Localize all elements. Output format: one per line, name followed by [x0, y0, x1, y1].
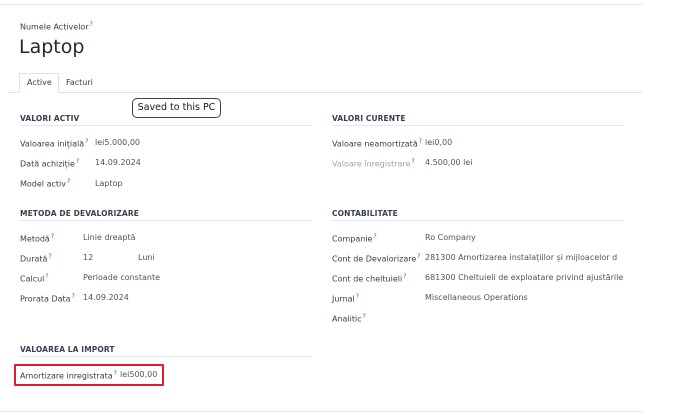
- section-title-contabilitate: CONTABILITATE: [332, 209, 398, 218]
- label-companie: Companie?: [332, 233, 377, 244]
- section-title-valori-curente: VALORI CURENTE: [332, 114, 406, 123]
- section-divider: [20, 220, 312, 221]
- section-divider: [332, 220, 624, 221]
- section-title-metoda: METODA DE DEVALORIZARE: [20, 209, 139, 218]
- label-calcul: Calcul?: [20, 273, 49, 284]
- tooltip-icon[interactable]: ?: [363, 313, 366, 320]
- section-title-import: VALOAREA LA IMPORT: [20, 345, 115, 354]
- label-model-activ: Model activ?: [20, 178, 71, 189]
- label-durata: Durată?: [20, 253, 52, 264]
- value-jurnal[interactable]: Miscellaneous Operations: [425, 293, 528, 303]
- label-valoarea-initiala: Valoarea inițială?: [20, 138, 89, 149]
- tooltip-icon[interactable]: ?: [51, 233, 54, 240]
- tooltip-icon[interactable]: ?: [76, 158, 79, 165]
- value-valoare-inregistrare: 4.500,00 lei: [425, 158, 473, 167]
- section-divider: [20, 356, 312, 357]
- tooltip-icon[interactable]: ?: [90, 21, 93, 28]
- tab-facturi[interactable]: Facturi: [59, 73, 98, 93]
- section-title-valori-activ: VALORI ACTIV: [20, 114, 80, 123]
- label-valoare-neamortizata: Valoare neamortizată?: [332, 138, 422, 149]
- tabs-divider: [8, 92, 642, 93]
- bottom-divider: [0, 411, 642, 412]
- value-valoarea-initiala[interactable]: lei5.000,00: [95, 138, 140, 148]
- value-data-achizitie[interactable]: 14.09.2024: [95, 158, 141, 168]
- tooltip-icon[interactable]: ?: [356, 293, 359, 300]
- value-metoda[interactable]: Linie dreaptă: [83, 233, 136, 243]
- value-cont-cheltuieli[interactable]: 681300 Cheltuieli de exploatare privind …: [425, 273, 625, 283]
- value-calcul[interactable]: Perioade constante: [83, 273, 160, 283]
- label-cont-cheltuieli: Cont de cheltuieli?: [332, 273, 407, 284]
- tooltip-icon[interactable]: ?: [403, 273, 406, 280]
- label-metoda: Metodă?: [20, 233, 55, 244]
- section-divider: [20, 125, 312, 126]
- label-analitic: Analitic?: [332, 313, 366, 324]
- tooltip-icon[interactable]: ?: [373, 233, 376, 240]
- section-divider: [332, 125, 624, 126]
- tooltip-icon[interactable]: ?: [48, 253, 51, 260]
- tooltip-icon[interactable]: ?: [417, 253, 420, 260]
- value-valoare-neamortizata: lei0,00: [425, 138, 453, 147]
- saved-toast: Saved to this PC: [132, 98, 221, 118]
- tab-active[interactable]: Active: [19, 73, 59, 93]
- value-cont-devalorizare[interactable]: 281300 Amortizarea instalațiilor și mijl…: [425, 253, 625, 263]
- tooltip-icon[interactable]: ?: [412, 158, 415, 165]
- asset-name-title[interactable]: Laptop: [19, 36, 84, 58]
- tooltip-icon[interactable]: ?: [67, 178, 70, 185]
- tooltip-icon[interactable]: ?: [85, 138, 88, 145]
- tooltip-icon[interactable]: ?: [419, 138, 422, 145]
- value-durata[interactable]: 12: [83, 253, 93, 263]
- unit-durata[interactable]: Luni: [138, 253, 155, 263]
- field-label-asset-name: Numele Activelor?: [20, 21, 93, 32]
- value-prorata-data[interactable]: 14.09.2024: [83, 293, 129, 303]
- label-cont-devalorizare: Cont de Devalorizare?: [332, 253, 421, 264]
- value-companie[interactable]: Ro Company: [425, 233, 476, 243]
- top-divider: [0, 4, 642, 5]
- label-valoare-inregistrare: Valoare înregistrare?: [332, 158, 415, 169]
- highlight-box: [14, 364, 164, 386]
- tooltip-icon[interactable]: ?: [45, 273, 48, 280]
- value-model-activ[interactable]: Laptop: [95, 179, 123, 189]
- label-prorata-data: Prorata Data?: [20, 293, 75, 304]
- label-jurnal: Jurnal?: [332, 293, 359, 304]
- label-data-achizitie: Dată achiziție?: [20, 158, 80, 169]
- tooltip-icon[interactable]: ?: [72, 293, 75, 300]
